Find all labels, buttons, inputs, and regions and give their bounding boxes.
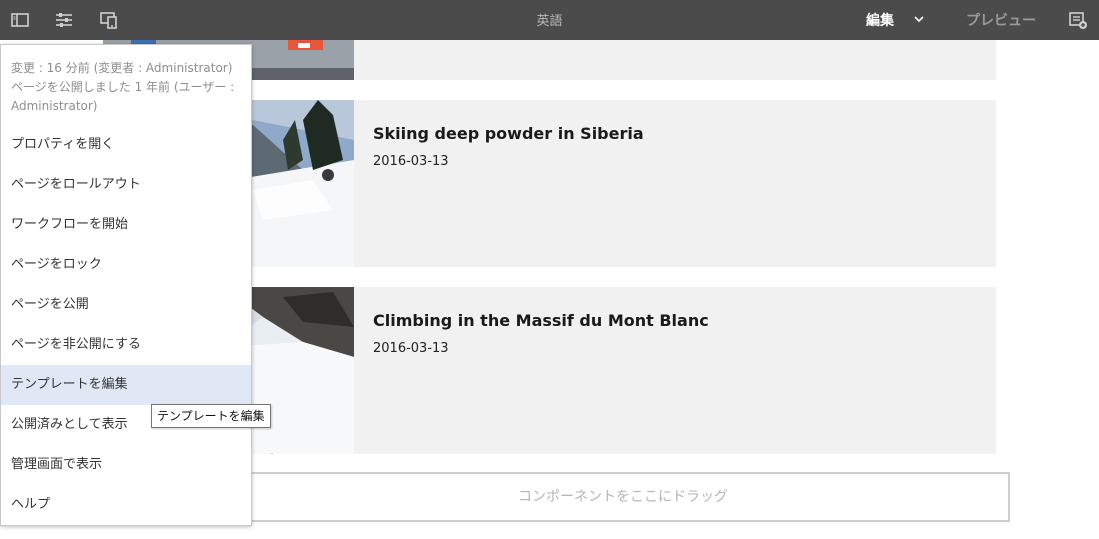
- component-drop-zone[interactable]: コンポーネントをここにドラッグ: [236, 472, 1010, 522]
- menu-item-publish-page[interactable]: ページを公開: [1, 285, 251, 325]
- page-modification-info: 変更 : 16 分前 (変更者 : Administrator) ページを公開し…: [11, 61, 235, 113]
- article-date: 2016-03-13: [373, 341, 449, 356]
- article-title[interactable]: Climbing in the Massif du Mont Blanc: [373, 311, 709, 330]
- menu-item-open-properties[interactable]: プロパティを開く: [1, 125, 251, 165]
- menu-item-view-in-admin[interactable]: 管理画面で表示: [1, 445, 251, 485]
- menu-item-lock-page[interactable]: ページをロック: [1, 245, 251, 285]
- menu-item-rollout-page[interactable]: ページをロールアウト: [1, 165, 251, 205]
- annotate-icon[interactable]: [1068, 10, 1088, 30]
- menu-item-start-workflow[interactable]: ワークフローを開始: [1, 205, 251, 245]
- tooltip: テンプレートを編集: [151, 404, 271, 428]
- article-date: 2016-03-13: [373, 154, 449, 169]
- article-title[interactable]: Skiing deep powder in Siberia: [373, 124, 644, 143]
- menu-item-unpublish-page[interactable]: ページを非公開にする: [1, 325, 251, 365]
- preview-button[interactable]: プレビュー: [966, 10, 1036, 30]
- chevron-down-icon[interactable]: [912, 11, 926, 25]
- page-information-menu: 変更 : 16 分前 (変更者 : Administrator) ページを公開し…: [0, 44, 252, 526]
- menu-item-edit-template[interactable]: テンプレートを編集: [1, 365, 251, 405]
- page-language-title: 英語: [536, 14, 563, 29]
- menu-item-help[interactable]: ヘルプ: [1, 485, 251, 525]
- edit-mode-button[interactable]: 編集: [866, 10, 894, 30]
- top-toolbar: 英語 編集 プレビュー: [0, 0, 1099, 40]
